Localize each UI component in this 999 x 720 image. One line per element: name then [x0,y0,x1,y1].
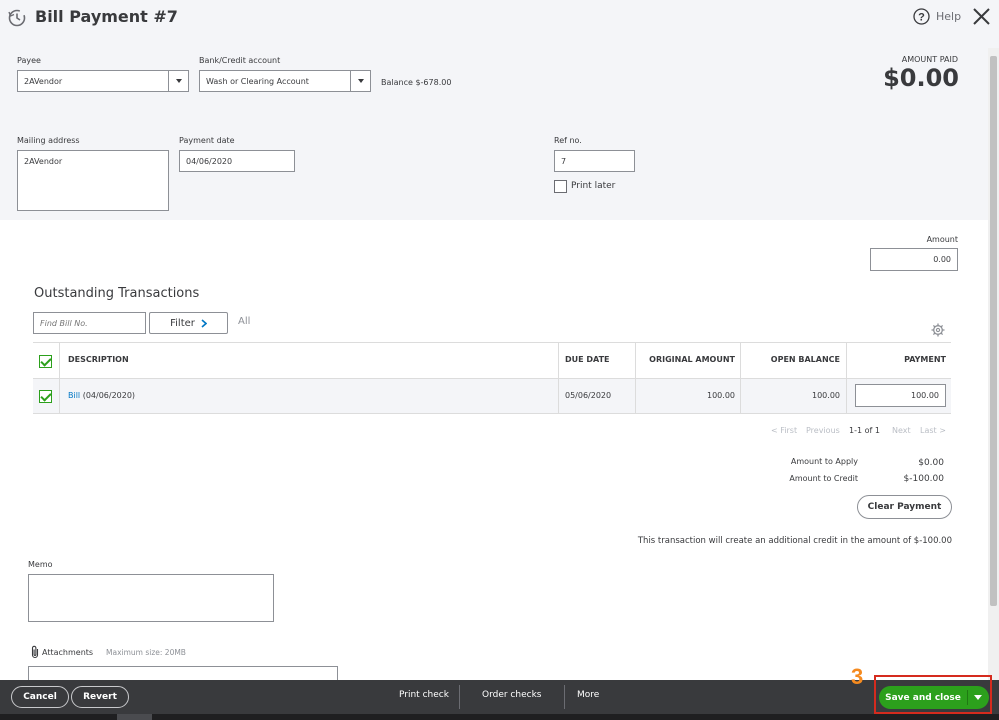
payee-label: Payee [17,56,41,65]
print-later-checkbox[interactable] [554,180,567,193]
bottom-strip [0,714,999,720]
clear-payment-button[interactable]: Clear Payment [857,495,952,519]
chevron-right-icon [201,318,207,328]
amount-field[interactable]: 0.00 [870,248,958,271]
ref-no-value: 7 [561,156,567,166]
split-divider [967,690,968,705]
mailing-address-value: 2AVendor [24,157,63,166]
payee-value: 2AVendor [24,76,63,86]
page-title: Bill Payment #7 [35,7,178,26]
footer-bar: Cancel Revert Print check Order checks M… [0,680,999,714]
mailing-address-field[interactable]: 2AVendor [17,150,169,211]
row-description: Bill (04/06/2020) [68,391,135,400]
col-original-amount[interactable]: ORIGINAL AMOUNT [636,355,735,364]
scrollbar-thumb[interactable] [990,56,997,606]
help-icon[interactable]: ? [913,8,930,25]
help-label[interactable]: Help [936,10,961,23]
row-checkbox[interactable] [39,390,52,403]
amount-value: 0.00 [933,255,951,264]
footer-divider [564,685,565,709]
footer-divider [459,685,460,709]
amount-to-apply-label: Amount to Apply [790,457,858,466]
attachments-label: Attachments [42,648,94,657]
amount-to-credit-label: Amount to Credit [789,474,858,483]
credit-note: This transaction will create an addition… [637,536,952,546]
attachments-dropzone[interactable] [28,666,338,680]
bank-account-value: Wash or Clearing Account [206,76,309,86]
memo-label: Memo [28,560,53,569]
history-icon[interactable] [7,8,27,28]
bank-account-select[interactable]: Wash or Clearing Account [199,70,371,92]
filter-button[interactable]: Filter [149,312,228,334]
svg-text:?: ? [918,12,925,24]
pagination-next[interactable]: Next [892,426,911,435]
filter-all-label: All [238,316,251,327]
memo-field[interactable] [28,574,274,622]
row-payment-value: 100.00 [911,391,939,400]
outstanding-heading: Outstanding Transactions [34,286,200,301]
order-checks-link[interactable]: Order checks [482,690,541,700]
print-later-label: Print later [571,181,616,191]
ref-no-label: Ref no. [554,136,582,145]
col-due-date[interactable]: DUE DATE [565,355,610,364]
row-payment-input[interactable]: 100.00 [855,384,946,407]
select-all-checkbox[interactable] [39,355,52,368]
col-description[interactable]: DESCRIPTION [68,355,129,364]
paperclip-icon [31,645,39,659]
find-bill-input[interactable] [33,312,146,334]
payment-date-value: 04/06/2020 [186,156,233,166]
pagination-first[interactable]: < First [771,426,797,435]
print-check-link[interactable]: Print check [399,690,449,700]
balance-text: Balance $-678.00 [381,78,452,87]
ref-no-field[interactable]: 7 [554,150,635,172]
pagination-range: 1-1 of 1 [849,426,880,435]
amount-to-apply-value: $0.00 [918,458,944,468]
step-number-badge: 3 [851,664,864,689]
row-original-amount: 100.00 [707,391,735,400]
save-and-close-button[interactable]: Save and close [879,686,967,709]
gear-icon[interactable] [931,323,945,337]
amount-paid-label: AMOUNT PAID [901,55,958,64]
row-due-date: 05/06/2020 [565,391,612,400]
scrollbar[interactable] [988,48,999,680]
bank-label: Bank/Credit account [199,56,281,65]
cancel-button[interactable]: Cancel [11,686,69,708]
pagination-last[interactable]: Last > [920,426,946,435]
close-icon[interactable] [972,7,991,26]
chevron-down-icon[interactable] [974,695,982,700]
bill-date: (04/06/2020) [80,391,136,400]
amount-to-credit-value: $-100.00 [903,474,944,484]
attachments-max-size: Maximum size: 20MB [106,648,186,657]
row-open-balance: 100.00 [812,391,840,400]
save-and-close-split-button[interactable]: Save and close [879,686,989,709]
amount-paid-value: $0.00 [883,64,959,92]
more-link[interactable]: More [577,690,599,700]
col-open-balance[interactable]: OPEN BALANCE [742,355,840,364]
payee-select[interactable]: 2AVendor [17,70,189,92]
bill-link[interactable]: Bill [68,391,80,400]
transactions-table [33,342,951,414]
filter-label: Filter [170,317,195,329]
payment-date-field[interactable]: 04/06/2020 [179,150,295,172]
amount-label: Amount [926,235,958,244]
payment-date-label: Payment date [179,136,235,145]
chevron-down-icon[interactable] [350,71,370,91]
mailing-address-label: Mailing address [17,136,80,145]
pagination-previous[interactable]: Previous [806,426,840,435]
chevron-down-icon[interactable] [168,71,188,91]
col-payment[interactable]: PAYMENT [848,355,946,364]
revert-button[interactable]: Revert [71,686,129,708]
